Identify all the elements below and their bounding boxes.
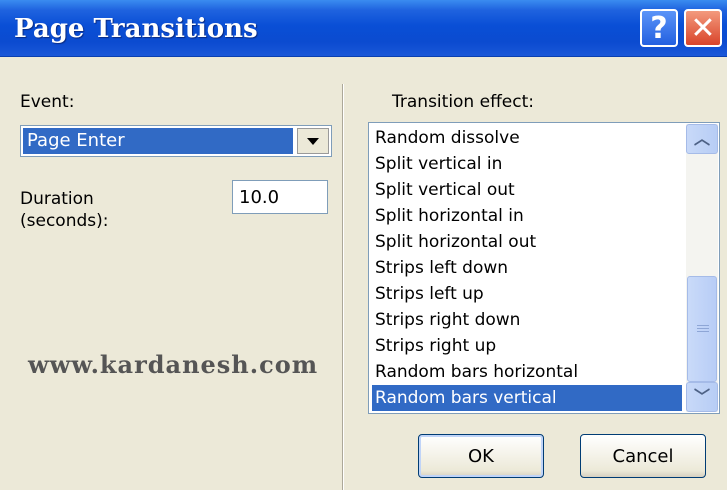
grip-line — [697, 325, 709, 326]
duration-label-text: Duration (seconds): — [20, 189, 109, 231]
scroll-up-button[interactable]: ︿ — [686, 124, 718, 154]
question-icon: ? — [650, 10, 668, 46]
list-item[interactable]: Strips left up — [372, 281, 682, 307]
list-item[interactable]: Random bars vertical — [372, 385, 682, 411]
watermark-text: www.kardanesh.com — [28, 350, 319, 379]
transition-effect-label: Transition effect: — [392, 92, 534, 112]
scroll-thumb[interactable] — [687, 276, 717, 382]
list-item[interactable]: Split vertical out — [372, 177, 682, 203]
grip-line — [697, 328, 709, 329]
chevron-down-icon: ﹀ — [693, 387, 710, 406]
list-item[interactable]: Split horizontal in — [372, 203, 682, 229]
list-item[interactable]: Strips left down — [372, 255, 682, 281]
list-item[interactable]: Split vertical in — [372, 151, 682, 177]
help-button[interactable]: ? — [640, 9, 678, 47]
close-button[interactable]: ✕ — [684, 9, 722, 47]
duration-label: Duration (seconds): — [20, 188, 108, 232]
duration-input[interactable] — [232, 180, 328, 214]
event-dropdown[interactable]: Page Enter — [20, 125, 332, 157]
vertical-divider — [342, 84, 344, 490]
transition-effect-list[interactable]: Random dissolve Split vertical in Split ve… — [368, 122, 720, 414]
close-icon: ✕ — [690, 10, 716, 46]
scroll-down-button[interactable]: ﹀ — [686, 382, 718, 412]
dropdown-arrow-button[interactable] — [297, 128, 329, 154]
grip-line — [697, 331, 709, 332]
event-selected-value: Page Enter — [23, 128, 293, 154]
list-item[interactable]: Random bars horizontal — [372, 359, 682, 385]
list-item[interactable]: Random dissolve — [372, 125, 682, 151]
title-bar: Page Transitions ? ✕ — [0, 0, 727, 57]
ok-button[interactable]: OK — [418, 434, 544, 478]
list-scrollbar[interactable]: ︿ ﹀ — [686, 124, 718, 412]
window-title: Page Transitions — [14, 14, 258, 44]
list-item[interactable]: Strips right down — [372, 307, 682, 333]
list-item[interactable]: Split horizontal out — [372, 229, 682, 255]
list-item[interactable]: Strips right up — [372, 333, 682, 359]
event-label: Event: — [20, 92, 75, 112]
chevron-down-icon — [307, 137, 319, 145]
chevron-up-icon: ︿ — [693, 129, 710, 148]
cancel-button[interactable]: Cancel — [580, 434, 706, 478]
